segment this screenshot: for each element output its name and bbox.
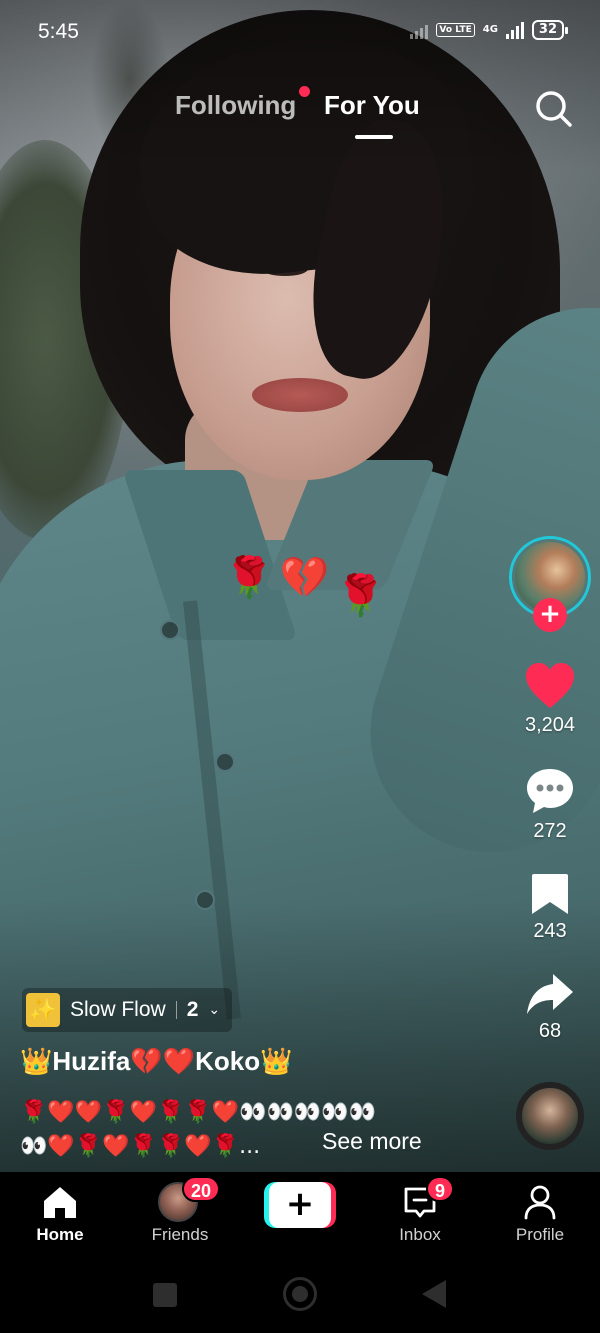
like-count: 3,204 [524,714,576,736]
effect-count: 2 [186,998,199,1021]
action-rail: + 3,204 272 243 68 [500,536,600,1176]
status-bar: 5:45 Vo LTE 4G 32 [0,0,600,62]
feed-tabs: Following For You [0,86,600,146]
comment-count: 272 [533,820,567,842]
bookmark-icon [532,874,568,914]
create-button[interactable]: + [264,1182,336,1228]
tab-inbox[interactable]: 9 Inbox [360,1172,480,1258]
system-nav-bar [0,1258,600,1333]
tab-home-label: Home [36,1225,84,1244]
volte-badge: Vo LTE [436,23,475,37]
search-icon[interactable] [533,88,575,130]
chevron-down-icon: ⌄ [208,1002,221,1018]
share-button[interactable]: 68 [500,972,600,1043]
share-count: 68 [538,1020,562,1042]
home-icon [44,1187,76,1218]
video-emoji-overlay: 🌹💔🌹 [224,555,391,616]
profile-icon [524,1185,556,1220]
tab-for-you[interactable]: For You [324,90,420,121]
home-system-icon[interactable] [283,1277,317,1311]
tab-home[interactable]: Home [0,1172,120,1258]
effect-chip[interactable]: ✨ Slow Flow 2 ⌄ [22,988,233,1032]
caption-line: 🌹❤️❤️🌹❤️🌹🌹❤️👀👀👀👀👀 [20,1100,377,1125]
back-icon[interactable] [422,1280,446,1308]
tab-friends-label: Friends [151,1225,209,1244]
tab-following[interactable]: Following [175,90,296,121]
effect-divider [175,1001,177,1019]
broken-heart-emoji: 💔 [279,555,336,601]
inbox-badge: 9 [426,1176,455,1202]
recents-icon[interactable] [153,1283,177,1307]
rose-emoji: 🌹 [224,555,280,601]
effect-sparkle-icon: ✨ [26,993,60,1027]
battery-icon: 32 [531,20,569,40]
network-type: 4G [482,24,498,35]
shirt-button [160,620,180,640]
status-time: 5:45 [38,20,79,43]
signal-1-icon [410,21,429,39]
active-tab-indicator [355,135,393,139]
friends-badge: 20 [182,1176,221,1202]
rose-emoji: 🌹 [335,573,392,619]
follow-button[interactable]: + [533,598,567,632]
comment-button[interactable]: 272 [500,766,600,843]
username[interactable]: 👑Huzifa💔❤️Koko👑 [20,1046,293,1077]
see-more-link[interactable]: See more [322,1128,422,1155]
status-icons: Vo LTE 4G 32 [410,20,569,40]
effect-name: Slow Flow [70,998,166,1021]
tab-friends[interactable]: 20 Friends [120,1172,240,1258]
share-icon [527,974,573,1014]
bookmark-count: 243 [533,920,567,942]
signal-2-icon [505,21,524,39]
music-disc[interactable] [516,1082,584,1150]
shirt-button [215,752,235,772]
tab-profile[interactable]: Profile [480,1172,600,1258]
heart-icon [526,663,574,708]
like-button[interactable]: 3,204 [500,662,600,737]
bookmark-button[interactable]: 243 [500,872,600,943]
comment-icon [527,769,573,813]
tab-inbox-label: Inbox [399,1225,441,1244]
plus-icon: + [269,1182,331,1228]
video-lips [252,378,348,412]
bottom-tab-bar: Home 20 Friends + 9 Inbox Profile [0,1172,600,1258]
tab-profile-label: Profile [515,1225,565,1244]
following-notification-dot [299,86,310,97]
